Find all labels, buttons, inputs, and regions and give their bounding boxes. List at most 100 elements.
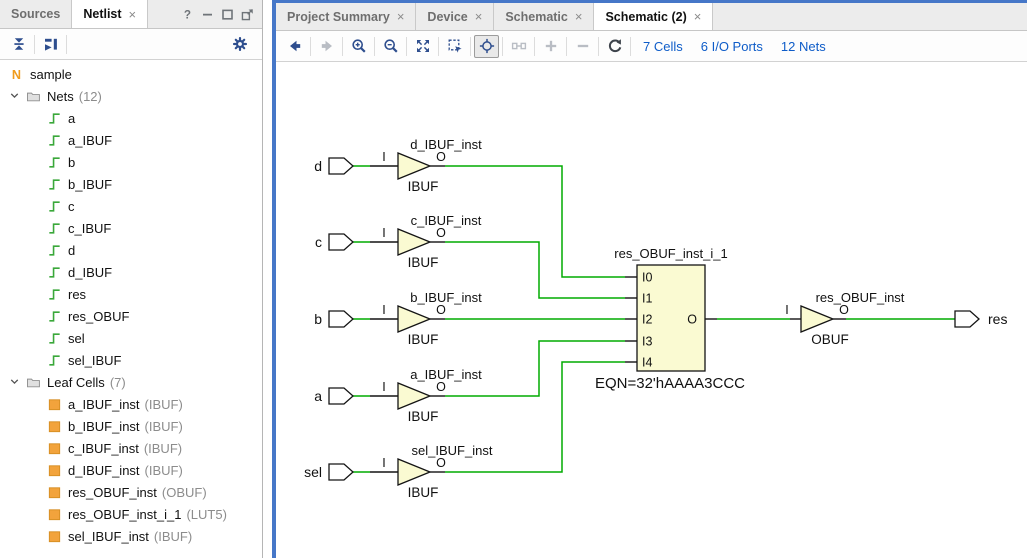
left-tab-netlist[interactable]: Netlist× — [72, 0, 148, 28]
tab-close-icon[interactable]: × — [129, 8, 137, 21]
zoom-out-button[interactable] — [378, 35, 403, 58]
tree-item-b-ibuf[interactable]: b_IBUF — [0, 173, 262, 195]
symbol-sel_IBUF_inst[interactable] — [398, 459, 430, 485]
autofit-selection-button[interactable] — [474, 35, 499, 58]
tree-item-a-ibuf-inst[interactable]: a_IBUF_inst(IBUF) — [0, 393, 262, 415]
maximize-button[interactable] — [218, 5, 237, 24]
net-icon — [47, 265, 62, 280]
net-icon — [46, 176, 62, 192]
collapse-level-button — [570, 35, 595, 58]
tree-item-sel-ibuf[interactable]: sel_IBUF — [0, 349, 262, 371]
tree-item-d[interactable]: d — [0, 239, 262, 261]
cell-icon — [47, 507, 62, 522]
tree-item-nets[interactable]: Nets(12) — [0, 85, 262, 107]
settings-button[interactable] — [227, 33, 252, 56]
back-button[interactable] — [282, 35, 307, 58]
symbol-res_OBUF_inst[interactable] — [801, 306, 833, 332]
minimize-button[interactable] — [198, 5, 217, 24]
net-icon — [46, 110, 62, 126]
symbol-d_IBUF_inst[interactable] — [398, 153, 430, 179]
editor-tab-device[interactable]: Device× — [416, 3, 494, 30]
net-icon — [46, 220, 62, 236]
symbol-b_IBUF_inst[interactable] — [398, 306, 430, 332]
float-button[interactable] — [238, 5, 257, 24]
cells-link[interactable]: 7 Cells — [643, 39, 683, 54]
tree-item-c[interactable]: c — [0, 195, 262, 217]
tree-item-d-ibuf[interactable]: d_IBUF — [0, 261, 262, 283]
toolbar-separator — [598, 37, 599, 56]
net-icon — [47, 199, 62, 214]
expander-chevron-down-icon[interactable] — [8, 89, 23, 104]
expander-chevron-down-icon[interactable] — [8, 375, 23, 390]
tab-close-icon[interactable]: × — [397, 10, 405, 23]
tree-item-label: res_OBUF — [68, 309, 129, 324]
tree-item-sel[interactable]: sel — [0, 327, 262, 349]
port-c[interactable] — [329, 234, 353, 250]
tree-item-res-obuf-inst[interactable]: res_OBUF_inst(OBUF) — [0, 481, 262, 503]
tree-item-c-ibuf[interactable]: c_IBUF — [0, 217, 262, 239]
port-d[interactable] — [329, 158, 353, 174]
tree-item-sample[interactable]: Nsample — [0, 63, 262, 85]
help-button[interactable]: ? — [178, 5, 197, 24]
scroll-to-selected-button[interactable] — [38, 33, 63, 56]
tree-item-c-ibuf-inst[interactable]: c_IBUF_inst(IBUF) — [0, 437, 262, 459]
zoom-fit-icon — [415, 38, 431, 54]
regenerate-icon — [607, 38, 623, 54]
cell-icon — [47, 485, 62, 500]
symbol-a_IBUF_inst[interactable] — [398, 383, 430, 409]
port-a[interactable] — [329, 388, 353, 404]
tree-item-res-obuf-inst-i-1[interactable]: res_OBUF_inst_i_1(LUT5) — [0, 503, 262, 525]
schematic-toolbar: 7 Cells 6 I/O Ports 12 Nets — [276, 31, 1027, 62]
collapse-all-icon — [11, 36, 27, 52]
io-ports-link[interactable]: 6 I/O Ports — [701, 39, 763, 54]
editor-tab-schematic[interactable]: Schematic× — [494, 3, 594, 30]
vivado-window: SourcesNetlist×? NsampleNets(12)a a_IBUFb… — [0, 0, 1027, 558]
port-label-sel: sel — [304, 464, 322, 480]
cell-icon — [47, 463, 62, 478]
port-sel[interactable] — [329, 464, 353, 480]
instance-label: c_IBUF_inst — [411, 213, 482, 228]
tree-item-sel-ibuf-inst[interactable]: sel_IBUF_inst(IBUF) — [0, 525, 262, 547]
nets-link[interactable]: 12 Nets — [781, 39, 826, 54]
cell-icon — [47, 441, 62, 456]
symbol-type-label: OBUF — [811, 332, 849, 347]
tree-item-res-obuf[interactable]: res_OBUF — [0, 305, 262, 327]
cell-icon — [46, 506, 62, 522]
pin-label-out: O — [436, 150, 446, 164]
tab-close-icon[interactable]: × — [575, 10, 583, 23]
tree-item-a-ibuf[interactable]: a_IBUF — [0, 129, 262, 151]
zoom-to-selection-button[interactable] — [442, 35, 467, 58]
tree-item-leaf-cells[interactable]: Leaf Cells (7) — [0, 371, 262, 393]
editor-tab-project-summary[interactable]: Project Summary× — [276, 3, 416, 30]
tree-item-suffix: (7) — [110, 375, 126, 390]
collapse-all-button[interactable] — [6, 33, 31, 56]
tree-item-label: Leaf Cells — [47, 375, 105, 390]
cell-icon — [46, 484, 62, 500]
zoom-in-button[interactable] — [346, 35, 371, 58]
expand-level-button — [538, 35, 563, 58]
tab-close-icon[interactable]: × — [694, 10, 702, 23]
port-b[interactable] — [329, 311, 353, 327]
cell-icon — [46, 462, 62, 478]
regenerate-layout-button[interactable] — [602, 35, 627, 58]
tree-item-b-ibuf-inst[interactable]: b_IBUF_inst(IBUF) — [0, 415, 262, 437]
editor-tab-schematic-2-[interactable]: Schematic (2)× — [594, 3, 713, 30]
tree-item-label: a_IBUF — [68, 133, 112, 148]
tree-item-res[interactable]: res — [0, 283, 262, 305]
zoom-fit-button[interactable] — [410, 35, 435, 58]
lut-equation-label: EQN=32'hAAAA3CCC — [595, 375, 745, 392]
symbol-c_IBUF_inst[interactable] — [398, 229, 430, 255]
left-tab-sources[interactable]: Sources — [0, 0, 72, 28]
tree-item-d-ibuf-inst[interactable]: d_IBUF_inst(IBUF) — [0, 459, 262, 481]
tab-close-icon[interactable]: × — [475, 10, 483, 23]
tree-item-b[interactable]: b — [0, 151, 262, 173]
tree-item-label: Nets — [47, 89, 74, 104]
pin-label-in: I — [382, 380, 385, 394]
net-icon — [47, 243, 62, 258]
toolbar-separator — [66, 35, 67, 54]
schematic-canvas[interactable]: d_IBUF_instIBUFIOc_IBUF_instIBUFIOb_IBUF… — [276, 62, 1027, 558]
port-res[interactable] — [955, 311, 979, 327]
tree-item-label: res — [68, 287, 86, 302]
zoom-out-icon — [383, 38, 399, 54]
tree-item-a[interactable]: a — [0, 107, 262, 129]
